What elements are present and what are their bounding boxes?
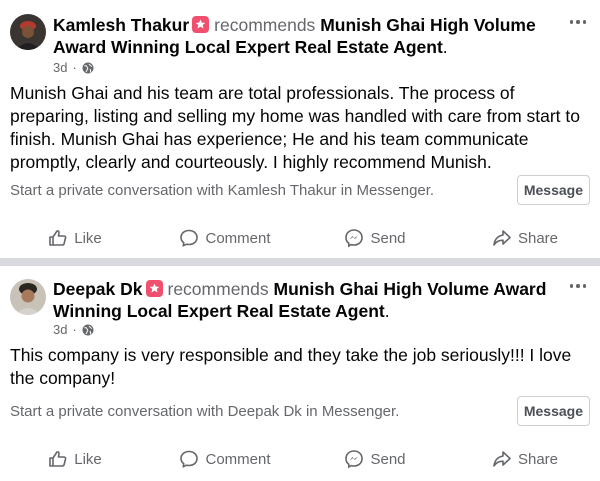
recommends-label: recommends: [214, 15, 316, 35]
share-label: Share: [517, 450, 559, 468]
avatar[interactable]: [10, 14, 46, 50]
header-period: .: [384, 301, 390, 321]
like-label: Like: [74, 229, 102, 247]
more-options-icon[interactable]: [566, 280, 590, 292]
post-header: Kamlesh Thakur recommends Munish Ghai Hig…: [53, 14, 560, 58]
post-body: This company is very responsible and the…: [10, 345, 572, 388]
post-header: Deepak Dk recommends Munish Ghai High Vol…: [53, 278, 560, 322]
comment-button[interactable]: Comment: [150, 216, 300, 260]
comment-icon: [179, 449, 199, 469]
share-button[interactable]: Share: [450, 216, 600, 260]
like-button[interactable]: Like: [0, 216, 150, 260]
messenger-prompt: Start a private conversation with Kamles…: [10, 181, 435, 199]
post-card: Kamlesh Thakur recommends Munish Ghai Hig…: [0, 0, 600, 258]
post-timestamp[interactable]: 3d: [53, 322, 67, 338]
header-period: .: [442, 37, 448, 57]
comment-button[interactable]: Comment: [150, 437, 300, 481]
recommendation-badge-icon: [145, 280, 163, 297]
comment-icon: [179, 228, 199, 248]
send-button[interactable]: Send: [300, 216, 450, 260]
author-name[interactable]: Deepak Dk: [53, 279, 143, 299]
like-icon: [48, 228, 68, 248]
recommendation-badge-icon: [192, 16, 210, 33]
messenger-prompt: Start a private conversation with Deepak…: [10, 402, 400, 420]
author-name[interactable]: Kamlesh Thakur: [53, 15, 189, 35]
post-separator: [0, 258, 600, 266]
action-bar: Like Comment Send Share: [0, 216, 600, 260]
post-body: Munish Ghai and his team are total profe…: [10, 83, 580, 172]
message-button[interactable]: Message: [516, 396, 590, 426]
message-button[interactable]: Message: [516, 175, 590, 205]
send-button[interactable]: Send: [300, 437, 450, 481]
like-button[interactable]: Like: [0, 437, 150, 481]
messenger-row: Start a private conversation with Kamles…: [10, 175, 590, 205]
share-button[interactable]: Share: [450, 437, 600, 481]
post-card: Deepak Dk recommends Munish Ghai High Vol…: [0, 266, 600, 479]
share-label: Share: [517, 229, 559, 247]
send-label: Send: [370, 229, 406, 247]
recommends-label: recommends: [167, 279, 269, 299]
messenger-row: Start a private conversation with Deepak…: [10, 396, 590, 426]
send-label: Send: [370, 450, 406, 468]
post-meta: 3d ·: [53, 322, 94, 338]
comment-label: Comment: [205, 229, 271, 247]
messenger-icon: [344, 228, 364, 248]
globe-icon: [82, 62, 94, 74]
like-icon: [48, 449, 68, 469]
more-options-icon[interactable]: [566, 16, 590, 28]
avatar[interactable]: [10, 279, 46, 315]
share-icon: [492, 449, 512, 469]
globe-icon: [82, 324, 94, 336]
comment-label: Comment: [205, 450, 271, 468]
share-icon: [492, 228, 512, 248]
messenger-icon: [344, 449, 364, 469]
action-bar: Like Comment Send Share: [0, 437, 600, 481]
post-meta: 3d ·: [53, 60, 94, 76]
post-timestamp[interactable]: 3d: [53, 60, 67, 76]
like-label: Like: [74, 450, 102, 468]
